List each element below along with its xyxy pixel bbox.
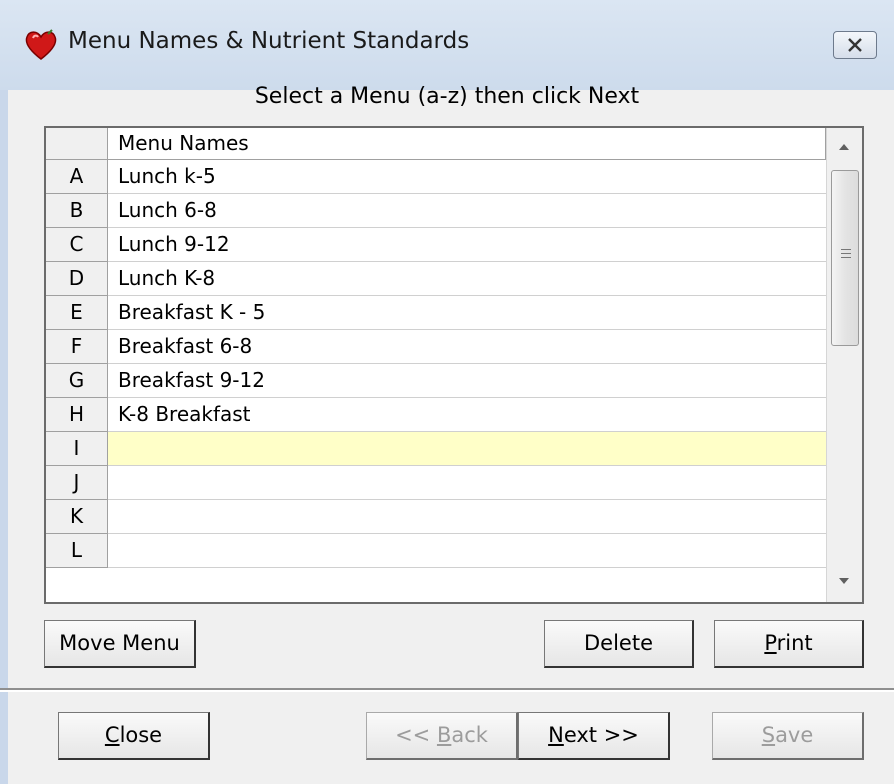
back-label-rest: ack (451, 723, 488, 747)
row-letter[interactable]: B (46, 194, 108, 228)
menu-name-cell[interactable]: K-8 Breakfast (108, 398, 826, 432)
row-letter[interactable]: D (46, 262, 108, 296)
window-title: Menu Names & Nutrient Standards (68, 28, 470, 54)
menu-name-cell[interactable]: Lunch k-5 (108, 160, 826, 194)
grid-header-row: Menu Names (46, 128, 826, 160)
table-row[interactable]: A Lunch k-5 (46, 160, 826, 194)
menu-name-cell[interactable]: Breakfast 6-8 (108, 330, 826, 364)
menu-name-cell[interactable]: Breakfast K - 5 (108, 296, 826, 330)
delete-button[interactable]: Delete (544, 620, 694, 668)
menu-name-cell[interactable] (108, 500, 826, 534)
menu-name-cell[interactable] (108, 432, 826, 466)
next-button[interactable]: Next >> (518, 712, 670, 760)
scroll-thumb[interactable] (831, 170, 859, 346)
grip-line (841, 249, 851, 250)
menu-name-cell[interactable] (108, 534, 826, 568)
close-mnemonic: C (104, 723, 120, 747)
grid-corner-cell (46, 128, 108, 160)
menu-name-cell[interactable]: Lunch 6-8 (108, 194, 826, 228)
save-button[interactable]: Save (712, 712, 864, 760)
print-label-rest: rint (776, 631, 813, 655)
menu-names-grid[interactable]: Menu Names A Lunch k-5 B Lunch 6-8 C Lunch 9-… (44, 126, 864, 604)
row-letter[interactable]: H (46, 398, 108, 432)
menu-name-cell[interactable]: Breakfast 9-12 (108, 364, 826, 398)
table-row[interactable]: E Breakfast K - 5 (46, 296, 826, 330)
row-letter[interactable]: I (46, 432, 108, 466)
menu-name-cell[interactable] (108, 466, 826, 500)
row-letter[interactable]: A (46, 160, 108, 194)
scroll-up-arrow-icon[interactable] (839, 144, 849, 150)
table-row[interactable]: K (46, 500, 826, 534)
grip-line (841, 257, 851, 258)
vertical-scrollbar[interactable] (826, 128, 862, 602)
row-letter[interactable]: E (46, 296, 108, 330)
footer-separator (0, 688, 894, 692)
row-letter[interactable]: J (46, 466, 108, 500)
table-row[interactable]: F Breakfast 6-8 (46, 330, 826, 364)
save-mnemonic: S (761, 723, 776, 747)
title-bar[interactable]: Menu Names & Nutrient Standards (0, 0, 894, 90)
move-menu-button[interactable]: Move Menu (44, 620, 196, 668)
table-row[interactable]: D Lunch K-8 (46, 262, 826, 296)
print-mnemonic: P (764, 631, 777, 655)
window-close-button[interactable] (833, 31, 877, 59)
save-label-rest: ave (775, 723, 814, 747)
next-label-rest: ext >> (563, 723, 639, 747)
table-row[interactable]: J (46, 466, 826, 500)
row-letter[interactable]: K (46, 500, 108, 534)
table-row[interactable]: C Lunch 9-12 (46, 228, 826, 262)
dialog-window: Menu Names & Nutrient Standards Select a… (0, 0, 894, 784)
next-mnemonic: N (548, 723, 564, 747)
grip-line (841, 253, 851, 254)
back-label-prefix: << (395, 723, 437, 747)
back-button[interactable]: << Back (366, 712, 518, 760)
row-letter[interactable]: F (46, 330, 108, 364)
close-button[interactable]: Close (58, 712, 210, 760)
print-button[interactable]: Print (714, 620, 864, 668)
row-letter[interactable]: C (46, 228, 108, 262)
back-mnemonic: B (436, 723, 452, 747)
table-row[interactable]: I (46, 432, 826, 466)
table-row[interactable]: L (46, 534, 826, 568)
close-icon (848, 38, 862, 52)
close-label-rest: lose (119, 723, 163, 747)
instruction-text: Select a Menu (a-z) then click Next (254, 84, 640, 109)
table-row[interactable]: G Breakfast 9-12 (46, 364, 826, 398)
column-header-menu-names[interactable]: Menu Names (108, 128, 826, 160)
row-letter[interactable]: L (46, 534, 108, 568)
scroll-down-arrow-icon[interactable] (839, 578, 849, 584)
heart-icon (25, 29, 57, 60)
table-row[interactable]: H K-8 Breakfast (46, 398, 826, 432)
row-letter[interactable]: G (46, 364, 108, 398)
window-frame (0, 0, 8, 784)
menu-name-cell[interactable]: Lunch 9-12 (108, 228, 826, 262)
menu-name-cell[interactable]: Lunch K-8 (108, 262, 826, 296)
table-row[interactable]: B Lunch 6-8 (46, 194, 826, 228)
